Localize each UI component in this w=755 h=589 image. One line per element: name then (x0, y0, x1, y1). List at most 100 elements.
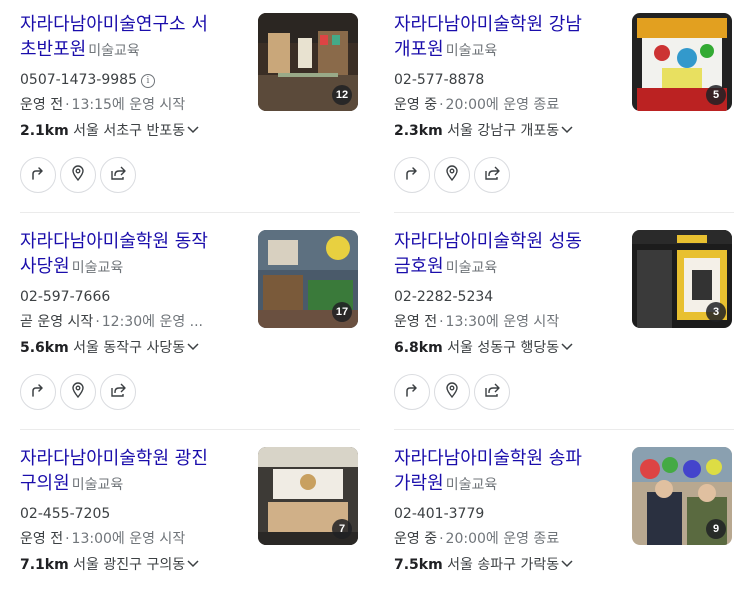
place-status-row: 운영 전 · 13:00에 운영 시작 (20, 529, 252, 549)
place-address: 서울 강남구 개포동 (447, 123, 560, 139)
place-phone: 02-597-7666 (20, 289, 111, 305)
chevron-down-icon[interactable] (561, 337, 573, 357)
separator-dot: · (439, 97, 444, 113)
place-title-block: 자라다남아미술학원 송파 가락원 미술교육 (394, 446, 616, 498)
place-phone-row: 02-597-7666 (20, 287, 252, 307)
place-photo[interactable]: 17 (258, 230, 358, 328)
place-status-row: 곧 운영 시작 · 12:30에 운영 ... (20, 312, 252, 332)
place-card: 자라다남아미술학원 송파 가락원 미술교육 02-401-3779 운영 중 · 20:… (394, 446, 734, 575)
separator-dot: · (65, 97, 70, 113)
place-status: 운영 전 (20, 97, 64, 113)
chevron-down-icon[interactable] (187, 554, 199, 574)
map-pin-icon (444, 165, 460, 185)
map-pin-button[interactable] (434, 157, 470, 193)
place-status-row: 운영 전 · 13:15에 운영 시작 (20, 95, 252, 115)
place-card: 자라다남아미술연구소 서 초반포원 미술교육 0507-1473-9985 i 운영 … (20, 12, 360, 193)
chevron-down-icon[interactable] (187, 120, 199, 140)
place-phone-row: 02-577-8878 (394, 70, 626, 90)
card-divider (20, 429, 360, 430)
directions-button[interactable] (394, 374, 430, 410)
place-hours: 13:30에 운영 시작 (445, 314, 560, 330)
card-divider (20, 212, 360, 213)
place-category: 미술교육 (88, 43, 140, 59)
place-card: 자라다남아미술학원 광진 구의원 미술교육 02-455-7205 운영 전 · 13:… (20, 446, 360, 575)
place-photo[interactable]: 12 (258, 13, 358, 111)
photo-count-badge: 17 (332, 302, 352, 322)
place-hours: 13:15에 운영 시작 (71, 97, 186, 113)
chevron-down-icon[interactable] (187, 337, 199, 357)
place-card: 자라다남아미술학원 동작 사당원 미술교육 02-597-7666 곧 운영 시작 ·… (20, 229, 360, 410)
place-actions (394, 374, 510, 410)
place-title-block: 자라다남아미술학원 성동 금호원 미술교육 (394, 229, 616, 281)
place-hours: 20:00에 운영 종료 (445, 531, 560, 547)
place-phone: 02-401-3779 (394, 506, 485, 522)
chevron-down-icon[interactable] (561, 120, 573, 140)
place-status: 곧 운영 시작 (20, 314, 94, 330)
share-icon (484, 382, 500, 402)
directions-button[interactable] (20, 157, 56, 193)
place-actions (20, 157, 136, 193)
place-phone: 02-577-8878 (394, 72, 485, 88)
separator-dot: · (65, 531, 70, 547)
place-status-row: 운영 중 · 20:00에 운영 종료 (394, 95, 626, 115)
card-divider (394, 212, 734, 213)
share-icon (110, 382, 126, 402)
directions-button[interactable] (20, 374, 56, 410)
place-phone-row: 02-2282-5234 (394, 287, 626, 307)
place-category: 미술교육 (71, 477, 124, 493)
place-phone-row: 0507-1473-9985 i (20, 70, 252, 90)
place-address: 서울 서초구 반포동 (73, 123, 186, 139)
share-icon (484, 165, 500, 185)
map-pin-icon (70, 382, 86, 402)
share-button[interactable] (100, 374, 136, 410)
place-title-block: 자라다남아미술학원 강남 개포원 미술교육 (394, 12, 616, 64)
place-status-row: 운영 전 · 13:30에 운영 시작 (394, 312, 626, 332)
photo-count-badge: 3 (706, 302, 726, 322)
place-card: 자라다남아미술학원 강남 개포원 미술교육 02-577-8878 운영 중 · 20:… (394, 12, 734, 193)
info-icon[interactable]: i (141, 74, 155, 88)
place-category: 미술교육 (71, 260, 124, 276)
photo-count-badge: 5 (706, 85, 726, 105)
place-photo[interactable]: 9 (632, 447, 732, 545)
separator-dot: · (439, 314, 444, 330)
place-distance: 7.1km (20, 557, 69, 573)
place-address: 서울 성동구 행당동 (447, 340, 560, 356)
place-phone: 02-2282-5234 (394, 289, 494, 305)
place-phone: 0507-1473-9985 (20, 72, 137, 88)
place-status: 운영 중 (394, 97, 438, 113)
photo-count-badge: 9 (706, 519, 726, 539)
place-address: 서울 송파구 가락동 (447, 557, 560, 573)
place-location-row: 2.3km 서울 강남구 개포동 (394, 120, 626, 141)
share-button[interactable] (474, 157, 510, 193)
place-title-block: 자라다남아미술학원 광진 구의원 미술교육 (20, 446, 242, 498)
map-pin-button[interactable] (434, 374, 470, 410)
place-title-block: 자라다남아미술연구소 서 초반포원 미술교육 (20, 12, 242, 64)
map-pin-icon (70, 165, 86, 185)
photo-count-badge: 7 (332, 519, 352, 539)
place-photo[interactable]: 3 (632, 230, 732, 328)
separator-dot: · (439, 531, 444, 547)
map-pin-button[interactable] (60, 374, 96, 410)
share-button[interactable] (100, 157, 136, 193)
share-button[interactable] (474, 374, 510, 410)
chevron-down-icon[interactable] (561, 554, 573, 574)
directions-icon (30, 165, 46, 185)
place-phone: 02-455-7205 (20, 506, 111, 522)
place-distance: 7.5km (394, 557, 443, 573)
directions-icon (404, 165, 420, 185)
place-hours: 13:00에 운영 시작 (71, 531, 186, 547)
place-card: 자라다남아미술학원 성동 금호원 미술교육 02-2282-5234 운영 전 · 13… (394, 229, 734, 410)
separator-dot: · (95, 314, 100, 330)
place-distance: 6.8km (394, 340, 443, 356)
place-status: 운영 전 (394, 314, 438, 330)
results-grid: 자라다남아미술연구소 서 초반포원 미술교육 0507-1473-9985 i 운영 … (0, 0, 755, 589)
place-category: 미술교육 (445, 477, 498, 493)
place-address: 서울 광진구 구의동 (73, 557, 186, 573)
place-photo[interactable]: 5 (632, 13, 732, 111)
place-distance: 2.1km (20, 123, 69, 139)
place-category: 미술교육 (445, 43, 498, 59)
directions-button[interactable] (394, 157, 430, 193)
place-location-row: 7.1km 서울 광진구 구의동 (20, 554, 252, 575)
place-photo[interactable]: 7 (258, 447, 358, 545)
map-pin-button[interactable] (60, 157, 96, 193)
